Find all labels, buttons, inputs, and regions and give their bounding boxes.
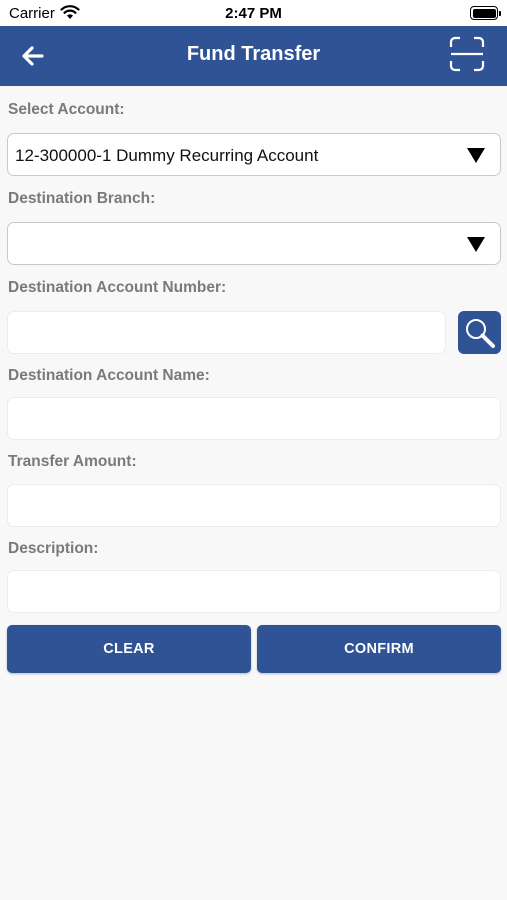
nav-bar: Fund Transfer [0,26,507,86]
select-account-dropdown[interactable]: 12-300000-1 Dummy Recurring Account [7,133,501,176]
transfer-amount-input[interactable] [7,484,501,527]
select-account-value: 12-300000-1 Dummy Recurring Account [15,146,319,165]
page-title: Fund Transfer [186,43,321,65]
destination-branch-label: Destination Branch: [8,190,156,207]
clock: 2:47 PM [225,5,282,22]
search-icon [465,318,495,348]
confirm-button[interactable]: CONFIRM [257,625,501,673]
destination-account-name-label: Destination Account Name: [8,367,210,384]
battery-icon [470,6,501,20]
select-account-label: Select Account: [8,101,125,118]
dropdown-arrow-icon [467,237,485,252]
description-input[interactable] [7,570,501,613]
transfer-amount-label: Transfer Amount: [8,453,137,470]
dropdown-arrow-icon [467,148,485,163]
destination-branch-dropdown[interactable] [7,222,501,265]
description-label: Description: [8,540,99,557]
search-account-button[interactable] [458,311,501,354]
destination-account-name-input[interactable] [7,397,501,440]
scan-icon[interactable] [447,34,487,74]
destination-account-number-label: Destination Account Number: [8,279,227,296]
destination-account-number-input[interactable] [7,311,446,354]
clear-button[interactable]: CLEAR [7,625,251,673]
status-bar: Carrier 2:47 PM [0,0,507,26]
